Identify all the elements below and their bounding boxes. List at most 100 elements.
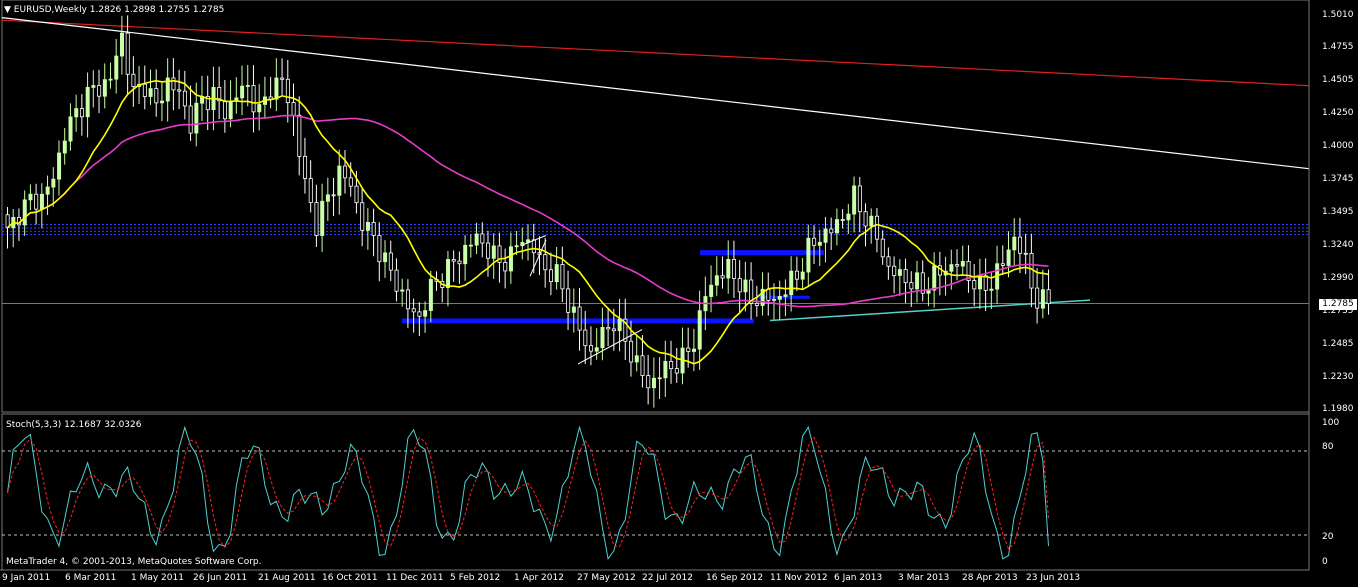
candle-body (600, 327, 605, 349)
candle-body (331, 194, 336, 197)
candle-body (291, 102, 296, 116)
candle-body (297, 114, 302, 157)
price-tick: 1.2485 (1322, 339, 1354, 349)
candle-body (285, 78, 290, 103)
candle-body (194, 102, 199, 134)
candle-body (949, 264, 954, 272)
candle-body (692, 348, 697, 352)
candle-body (491, 245, 496, 259)
slow-moving-average (6, 114, 1049, 308)
candle-body (617, 318, 622, 332)
candle-body (589, 345, 594, 352)
candle-body (365, 221, 370, 231)
candle-body (571, 306, 576, 313)
candle-body (543, 254, 548, 271)
time-label: 11 Nov 2012 (770, 573, 828, 583)
candle-body (875, 215, 880, 240)
candle-body (897, 269, 902, 276)
candle-body (772, 298, 777, 301)
candle-body (915, 272, 920, 290)
candle-body (131, 73, 136, 88)
candle-body (794, 270, 799, 280)
candle-body (325, 194, 330, 202)
candle-body (51, 178, 56, 188)
candle-body (674, 368, 679, 374)
price-pane[interactable] (1, 0, 1310, 413)
price-tick: 1.2230 (1322, 372, 1354, 382)
candle-body (308, 178, 313, 204)
candle-body (337, 165, 342, 196)
candle-body (892, 265, 897, 276)
time-label: 22 Jul 2012 (642, 573, 693, 583)
ohlc-values: 1.2826 1.2898 1.2755 1.2785 (89, 5, 225, 15)
candle-body (1046, 289, 1051, 304)
stochastic-pane[interactable] (1, 413, 1310, 571)
horizontal-levels (2, 223, 1309, 304)
candle-body (709, 284, 714, 297)
candle-body (91, 85, 96, 88)
candle-body (972, 280, 977, 290)
candle-body (669, 361, 674, 369)
candle-body (726, 259, 731, 279)
candle-body (463, 244, 468, 265)
candle-body (800, 271, 805, 280)
resistance-zone-rect (700, 250, 824, 256)
candle-body (697, 310, 702, 350)
candle-body (1000, 263, 1005, 266)
stochastic-pane-border (1, 413, 1310, 571)
time-label: 28 Apr 2013 (962, 573, 1018, 583)
candle-body (257, 104, 262, 113)
stoch-level-80: 80 (1322, 442, 1334, 452)
candle-body (909, 282, 914, 290)
copyright-text: MetaTrader 4, © 2001-2013, MetaQuotes So… (6, 557, 262, 567)
time-label: 1 Apr 2012 (514, 573, 564, 583)
candle-body (732, 259, 737, 279)
candle-body (960, 261, 965, 267)
candle-body (880, 238, 885, 258)
price-tick: 1.3240 (1322, 240, 1354, 250)
price-tick: 1.5010 (1322, 10, 1354, 20)
candle-body (640, 355, 645, 376)
candle-body (783, 294, 788, 297)
price-tick: 1.2990 (1322, 273, 1354, 283)
candle-body (383, 252, 388, 263)
candle-body (1018, 236, 1023, 254)
candle-body (251, 85, 256, 113)
candle-body (34, 193, 39, 210)
candle-body (486, 242, 491, 259)
candle-body (978, 275, 983, 290)
dropdown-triangle-icon[interactable]: ▼ (4, 5, 11, 15)
candle-body (829, 228, 834, 234)
candle-body (428, 279, 433, 311)
candle-body (360, 202, 365, 231)
candle-body (188, 105, 193, 134)
candle-body (417, 311, 422, 317)
candle-body (182, 90, 187, 107)
white-trendline (1, 16, 1310, 170)
candle-body (245, 85, 250, 87)
chart-canvas[interactable] (0, 0, 1358, 587)
candle-body (240, 85, 245, 99)
candle-body (531, 239, 536, 254)
candle-body (989, 288, 994, 291)
candle-body (171, 77, 176, 91)
candles (5, 15, 1051, 408)
candle-body (634, 355, 639, 363)
candle-body (388, 252, 393, 271)
chart-symbol-header: ▼ EURUSD,Weekly 1.2826 1.2898 1.2755 1.2… (4, 5, 224, 15)
candle-body (823, 228, 828, 243)
candle-body (1012, 236, 1017, 251)
symbol-label: EURUSD,Weekly (13, 5, 87, 15)
time-label: 21 Aug 2011 (258, 573, 316, 583)
price-tick: 1.4000 (1322, 141, 1354, 151)
candle-body (554, 264, 559, 283)
candle-body (303, 156, 308, 179)
trendlines[interactable] (1, 16, 1310, 322)
candle-body (154, 88, 159, 104)
time-label: 23 Jun 2013 (1026, 573, 1081, 583)
annotations[interactable] (521, 235, 643, 365)
time-label: 26 Jun 2011 (193, 573, 248, 583)
candle-body (714, 275, 719, 286)
candle-body (343, 165, 348, 179)
candle-body (160, 100, 165, 104)
